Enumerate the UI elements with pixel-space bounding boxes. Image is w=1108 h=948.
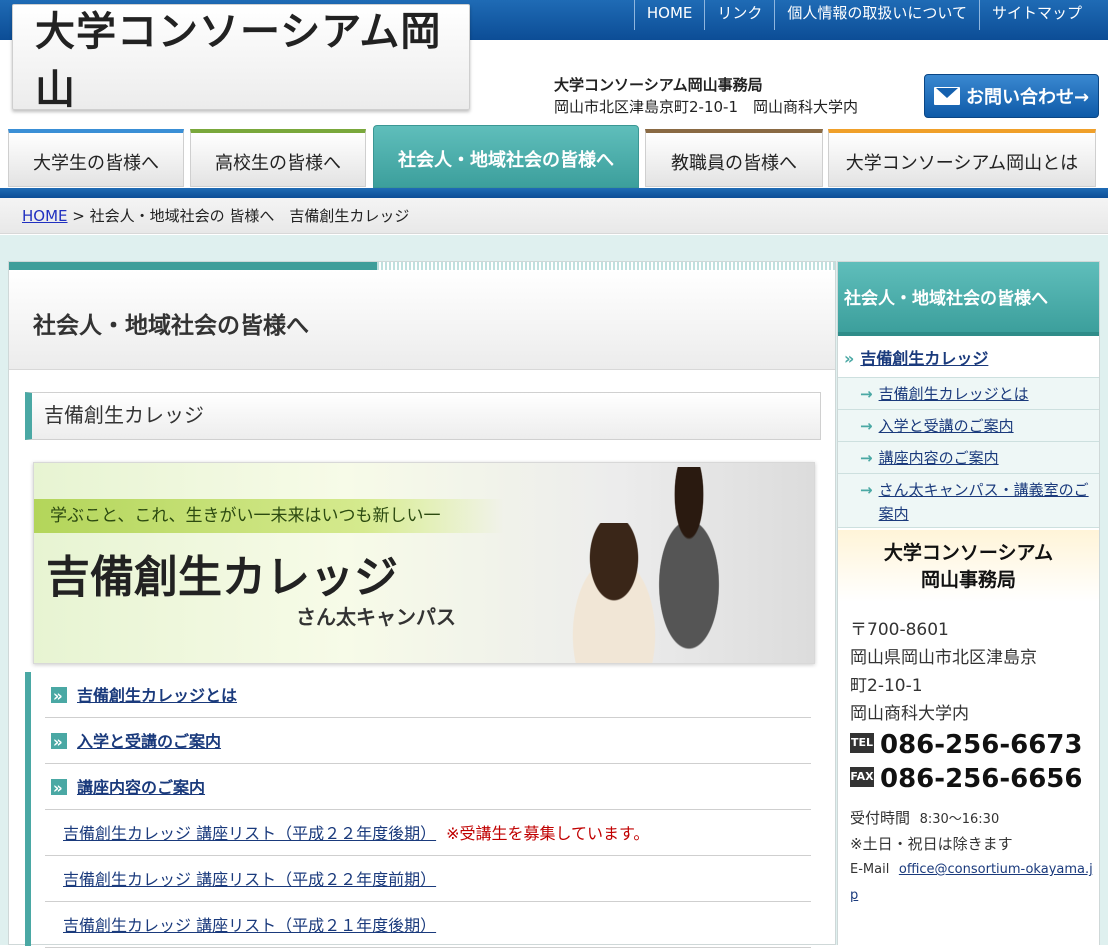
header-office-info: 大学コンソーシアム岡山事務局 岡山市北区津島京町2-10-1 岡山商科大学内: [554, 74, 858, 118]
sidebar-title: 社会人・地域社会の皆様へ: [838, 262, 1099, 336]
main-content: 社会人・地域社会の皆様へ 吉備創生カレッジ 学ぶこと、これ、生きがい一未来はいつ…: [8, 261, 836, 948]
arrow-right-icon: →: [860, 449, 873, 467]
sidebar-item-campus[interactable]: → さん太キャンパス・講義室のご案内: [838, 474, 1099, 528]
site-logo[interactable]: 大学コンソーシアム岡山: [12, 4, 470, 113]
sidebar-link-admission[interactable]: 入学と受講のご案内: [879, 417, 1014, 435]
college-banner: 学ぶこと、これ、生きがい一未来はいつも新しい一 吉備創生カレッジ さん太キャンパ…: [33, 462, 815, 664]
banner-tagline: 学ぶこと、これ、生きがい一未来はいつも新しい一: [34, 499, 504, 533]
sidebar-link-college[interactable]: 吉備創生カレッジ: [860, 349, 988, 368]
breadcrumb-sep: >: [67, 207, 90, 225]
banner-title: 吉備創生カレッジ: [46, 552, 398, 603]
recruit-note: ※受講生を募集しています。: [446, 824, 650, 843]
double-arrow-icon: »: [844, 349, 855, 368]
tab-university-students[interactable]: 大学生の皆様へ: [8, 129, 184, 187]
office-title-line1: 大学コンソーシアム: [883, 542, 1054, 564]
link-course-guide[interactable]: 講座内容のご案内: [77, 778, 205, 797]
topnav-links[interactable]: リンク: [704, 0, 774, 30]
arrow-right-icon: →: [860, 385, 873, 403]
office-email: E-Mail office@consortium-okayama.jp: [850, 856, 1094, 908]
mail-icon: [933, 87, 960, 105]
topnav-home[interactable]: HOME: [633, 0, 705, 30]
section-title: 吉備創生カレッジ: [25, 392, 821, 440]
sidebar: 社会人・地域社会の皆様へ » 吉備創生カレッジ → 吉備創生カレッジとは → 入学と受…: [837, 261, 1100, 946]
office-postal: 〒700-8601: [850, 620, 949, 640]
office-closed-note: ※土日・祝日は除きます: [850, 835, 1013, 853]
tab-about-consortium[interactable]: 大学コンソーシアム岡山とは: [828, 129, 1096, 187]
main-nav: 大学生の皆様へ 高校生の皆様へ 社会人・地域社会の皆様へ 教職員の皆様へ 大学コ…: [0, 125, 1108, 191]
office-addr-line2: 町2-10-1: [850, 676, 923, 696]
contact-button-label: お問い合わせ→: [965, 87, 1090, 108]
heading-accent-pattern: [377, 262, 835, 270]
office-tel: TEL 086-256-6673: [850, 730, 1083, 760]
list-item: 吉備創生カレッジ 講座リスト（平成２２年度前期）: [45, 858, 811, 902]
list-item: 吉備創生カレッジ 講座リスト（平成２１年度後期）: [45, 904, 811, 948]
list-item: 入学と受講のご案内: [45, 720, 811, 764]
office-hours-label: 受付時間: [850, 809, 911, 827]
list-item: 講座内容のご案内: [45, 766, 811, 810]
arrow-right-icon: →: [860, 481, 873, 499]
sidebar-item-courses[interactable]: → 講座内容のご案内: [838, 442, 1099, 474]
double-arrow-icon: [51, 674, 67, 718]
sidebar-item-college[interactable]: » 吉備創生カレッジ: [838, 340, 1099, 378]
banner-subtitle: さん太キャンパス: [296, 605, 456, 629]
office-hours: 受付時間 8:30〜16:30: [850, 806, 1094, 832]
office-address: 〒700-8601 岡山県岡山市北区津島京 町2-10-1 岡山商科大学内: [850, 616, 1090, 728]
page-title: 社会人・地域社会の皆様へ: [9, 270, 835, 370]
tab-working-adults[interactable]: 社会人・地域社会の皆様へ: [373, 125, 639, 188]
tab-faculty-staff[interactable]: 教職員の皆様へ: [645, 129, 823, 187]
office-email-label: E-Mail: [850, 862, 890, 877]
sidebar-item-about[interactable]: → 吉備創生カレッジとは: [838, 378, 1099, 410]
heading-accent-bar: [9, 262, 377, 270]
office-title-line2: 岡山事務局: [920, 569, 1016, 591]
office-fax-number: 086-256-6656: [880, 764, 1083, 794]
double-arrow-icon: [51, 720, 67, 764]
fax-icon: FAX: [850, 766, 874, 787]
office-title: 大学コンソーシアム 岡山事務局: [838, 530, 1099, 602]
breadcrumb-home[interactable]: HOME: [22, 207, 68, 225]
office-tel-number: 086-256-6673: [880, 730, 1083, 760]
nav-underline: [0, 188, 1108, 198]
logo-text: 大学コンソーシアム岡山: [35, 8, 442, 113]
sidebar-link-about[interactable]: 吉備創生カレッジとは: [879, 385, 1029, 403]
topnav-privacy[interactable]: 個人情報の取扱いについて: [774, 0, 979, 30]
link-admission-guide[interactable]: 入学と受講のご案内: [77, 732, 221, 751]
arrow-right-icon: →: [860, 417, 873, 435]
college-link-list: 吉備創生カレッジとは 入学と受講のご案内 講座内容のご案内 吉備創生カレッジ 講…: [25, 672, 811, 948]
office-fax: FAX 086-256-6656: [850, 764, 1083, 794]
top-nav: HOME リンク 個人情報の取扱いについて サイトマップ: [633, 0, 1094, 32]
link-about-college[interactable]: 吉備創生カレッジとは: [77, 686, 237, 705]
banner-person-standing: [634, 467, 744, 663]
link-course-list-h22-early[interactable]: 吉備創生カレッジ 講座リスト（平成２２年度前期）: [63, 870, 436, 889]
tab-high-school-students[interactable]: 高校生の皆様へ: [190, 129, 366, 187]
office-meta: 受付時間 8:30〜16:30 ※土日・祝日は除きます E-Mail offic…: [850, 806, 1094, 908]
breadcrumb: HOME > 社会人・地域社会の 皆様へ 吉備創生カレッジ: [0, 198, 1108, 234]
link-course-list-h22-late[interactable]: 吉備創生カレッジ 講座リスト（平成２２年度後期）: [63, 824, 436, 843]
breadcrumb-current: 社会人・地域社会の 皆様へ 吉備創生カレッジ: [89, 207, 410, 225]
link-course-list-h21-late[interactable]: 吉備創生カレッジ 講座リスト（平成２１年度後期）: [63, 916, 436, 935]
double-arrow-icon: [51, 766, 67, 810]
office-contact-box: 大学コンソーシアム 岡山事務局 〒700-8601 岡山県岡山市北区津島京 町2…: [838, 530, 1099, 946]
sidebar-item-admission[interactable]: → 入学と受講のご案内: [838, 410, 1099, 442]
sidebar-link-courses[interactable]: 講座内容のご案内: [879, 449, 999, 467]
header-office-address: 岡山市北区津島京町2-10-1 岡山商科大学内: [554, 98, 859, 116]
office-hours-value: 8:30〜16:30: [919, 812, 1000, 827]
list-item: 吉備創生カレッジ 講座リスト（平成２２年度後期） ※受講生を募集しています。: [45, 812, 811, 856]
office-addr-line1: 岡山県岡山市北区津島京: [850, 648, 1037, 668]
header-office-name: 大学コンソーシアム岡山事務局: [554, 76, 763, 94]
topnav-sitemap[interactable]: サイトマップ: [978, 0, 1094, 30]
tel-icon: TEL: [850, 732, 874, 753]
office-addr-line3: 岡山商科大学内: [850, 704, 969, 724]
list-item: 吉備創生カレッジとは: [45, 674, 811, 718]
contact-button[interactable]: お問い合わせ→: [924, 74, 1099, 118]
sidebar-link-campus[interactable]: さん太キャンパス・講義室のご案内: [879, 478, 1089, 527]
